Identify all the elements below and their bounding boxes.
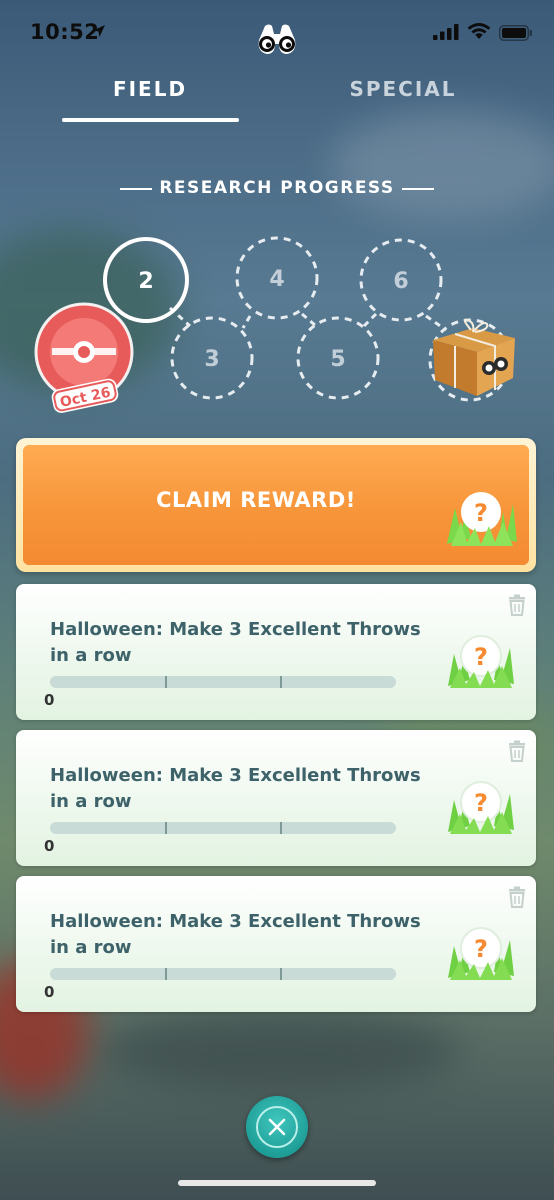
connector: [362, 312, 378, 328]
task-progress-bar: [50, 822, 396, 834]
mystery-reward-icon: ?: [447, 492, 517, 546]
trash-icon[interactable]: [507, 740, 527, 762]
close-icon: [268, 1118, 286, 1136]
task-progress-count: 0: [44, 837, 55, 855]
task-title: Halloween: Make 3 Excellent Throws in a …: [50, 765, 421, 812]
mystery-reward-icon: ?: [448, 927, 514, 980]
svg-text:?: ?: [474, 935, 488, 963]
task-progress-count: 0: [44, 691, 55, 709]
trash-icon[interactable]: [507, 594, 527, 616]
progress-step-6: 6: [393, 269, 408, 294]
connector: [241, 315, 252, 329]
claim-reward-button[interactable]: CLAIM REWARD! ?: [16, 438, 536, 572]
svg-text:?: ?: [474, 499, 488, 527]
battery-icon: [499, 25, 532, 41]
task-card[interactable]: Halloween: Make 3 Excellent Throws in a …: [16, 730, 536, 866]
location-arrow-icon: [93, 25, 105, 37]
research-progress-title: RESEARCH PROGRESS: [159, 178, 395, 198]
signal-icon: [433, 24, 459, 40]
connector: [301, 312, 317, 328]
status-bar: 10:52: [0, 0, 554, 64]
progress-step-2: 2: [138, 269, 153, 294]
stamp-icon: Oct 26: [34, 302, 134, 413]
task-title: Halloween: Make 3 Excellent Throws in a …: [50, 619, 421, 666]
wifi-icon: [467, 23, 491, 39]
gift-box-icon: [433, 318, 515, 396]
mystery-reward-icon: ?: [448, 635, 514, 688]
divider-right: [402, 188, 434, 190]
progress-step-5: 5: [330, 347, 345, 372]
tab-field[interactable]: FIELD: [50, 74, 250, 124]
task-progress-bar: [50, 676, 396, 688]
close-button[interactable]: [246, 1096, 308, 1158]
svg-text:?: ?: [474, 789, 488, 817]
trash-icon[interactable]: [507, 886, 527, 908]
active-tab-indicator: [62, 118, 239, 122]
task-progress-count: 0: [44, 983, 55, 1001]
svg-text:?: ?: [474, 643, 488, 671]
task-card[interactable]: Halloween: Make 3 Excellent Throws in a …: [16, 584, 536, 720]
status-time: 10:52: [30, 20, 100, 44]
task-progress-bar: [50, 968, 396, 980]
progress-step-3: 3: [204, 347, 219, 372]
binoculars-icon[interactable]: [253, 22, 301, 56]
home-indicator[interactable]: [178, 1180, 376, 1186]
task-title: Halloween: Make 3 Excellent Throws in a …: [50, 911, 421, 958]
progress-step-4: 4: [269, 267, 284, 292]
mystery-reward-icon: ?: [448, 781, 514, 834]
tab-special[interactable]: SPECIAL: [303, 74, 503, 124]
task-card[interactable]: Halloween: Make 3 Excellent Throws in a …: [16, 876, 536, 1012]
